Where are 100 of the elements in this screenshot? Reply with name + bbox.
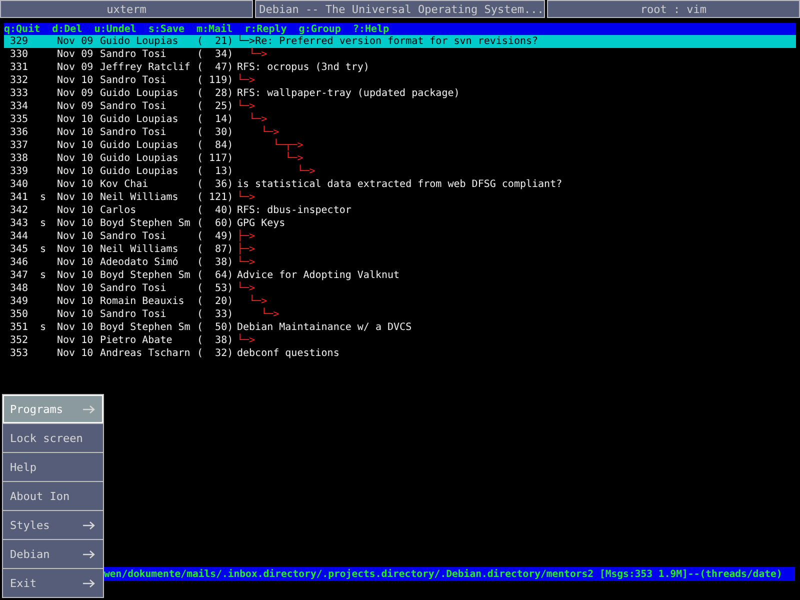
status-letter: s: [40, 218, 46, 229]
message-date: Nov 10: [57, 165, 94, 178]
thread-tree: └─>: [237, 283, 256, 294]
message-author: Guido Loupias: [100, 113, 180, 126]
key-hint: u:Undel: [94, 24, 136, 34]
message-row[interactable]: 348 Nov 10 Sandro Tosi ( 53) └─>: [4, 282, 796, 295]
message-size: ( 49): [197, 230, 234, 243]
message-date: Nov 10: [57, 321, 94, 334]
message-date: Nov 09: [57, 61, 94, 74]
thread-tree: └─>: [237, 192, 256, 203]
message-size: ( 40): [197, 204, 234, 217]
message-row[interactable]: 344 Nov 10 Sandro Tosi ( 49) ├─>: [4, 230, 796, 243]
message-author: Romain Beauxis: [100, 295, 186, 308]
message-date: Nov 10: [57, 347, 94, 360]
message-date: Nov 10: [57, 126, 94, 139]
message-date: Nov 10: [57, 217, 94, 230]
message-row[interactable]: 341 s Nov 10 Neil Williams ( 121) └─>: [4, 191, 796, 204]
message-date: Nov 09: [57, 35, 94, 48]
status-letter: s: [40, 244, 46, 255]
message-size: ( 50): [197, 321, 234, 334]
message-row[interactable]: 350 Nov 10 Sandro Tosi ( 33) └─>: [4, 308, 796, 321]
message-author: Guido Loupias: [100, 139, 180, 152]
message-date: Nov 10: [57, 191, 94, 204]
thread-tree: └─>: [237, 335, 256, 346]
message-row[interactable]: 333 Nov 09 Guido Loupias ( 28) RFS: wallpaper-tray (updated package): [4, 87, 796, 100]
message-subject: is statistical data extracted from web DFSG compliant?: [237, 179, 562, 190]
message-row[interactable]: 349 Nov 10 Romain Beauxis ( 20) └─>: [4, 295, 796, 308]
message-number: 346: [9, 256, 30, 269]
message-author: Sandro Tosi: [100, 48, 168, 61]
message-number: 338: [9, 152, 30, 165]
message-subject: GPG Keys: [237, 218, 286, 229]
message-author: Guido Loupias: [100, 35, 180, 48]
message-row[interactable]: 332 Nov 10 Sandro Tosi ( 119) └─>: [4, 74, 796, 87]
window-tab[interactable]: root : vim: [546, 0, 800, 18]
message-number: 345: [9, 243, 30, 256]
message-author: Neil Williams: [100, 191, 180, 204]
key-hint: r:Reply: [244, 24, 287, 34]
message-size: ( 87): [197, 243, 234, 256]
message-row[interactable]: 331 Nov 09 Jeffrey Ratclif ( 47) RFS: ocropus (3nd try): [4, 61, 796, 74]
menu-item[interactable]: Exit: [3, 569, 103, 597]
message-author: Guido Loupias: [100, 165, 180, 178]
message-row[interactable]: 353 Nov 10 Andreas Tscharn ( 32) debconf questions: [4, 347, 796, 360]
menu-item[interactable]: Styles: [3, 511, 103, 539]
message-row[interactable]: 346 Nov 10 Adeodato Simó ( 38) └─>: [4, 256, 796, 269]
status-text: wen/dokumente/mails/.inbox.directory/.projects.directory/.Debian.directory/mentors2 [Msgs:353 1.9M]--(threads/date): [104, 568, 782, 580]
window-tab[interactable]: uxterm: [0, 0, 254, 18]
message-number: 337: [9, 139, 30, 152]
message-author: Sandro Tosi: [100, 308, 168, 321]
message-date: Nov 10: [57, 256, 94, 269]
message-author: Guido Loupias: [100, 87, 180, 100]
menu-item[interactable]: Lock screen: [3, 424, 103, 452]
thread-tree: └─>: [237, 75, 256, 86]
window-tab[interactable]: Debian -- The Universal Operating System...: [255, 0, 545, 18]
message-number: 350: [9, 308, 30, 321]
message-size: ( 34): [197, 48, 234, 61]
message-size: ( 33): [197, 308, 234, 321]
message-row[interactable]: 338 Nov 10 Guido Loupias ( 117) └─>: [4, 152, 796, 165]
message-number: 351: [9, 321, 30, 334]
thread-tree: └─>: [260, 309, 280, 320]
message-size: ( 119): [197, 74, 234, 87]
message-row[interactable]: 335 Nov 10 Guido Loupias ( 14) └─>: [4, 113, 796, 126]
menu-item[interactable]: About Ion: [3, 482, 103, 510]
message-number: 341: [9, 191, 30, 204]
message-row[interactable]: 334 Nov 09 Sandro Tosi ( 25) └─>: [4, 100, 796, 113]
message-row[interactable]: 336 Nov 10 Sandro Tosi ( 30) └─>: [4, 126, 796, 139]
thread-tree: └─>: [296, 166, 316, 177]
message-subject: RFS: ocropus (3nd try): [237, 62, 370, 73]
message-number: 347: [9, 269, 30, 282]
message-author: Sandro Tosi: [100, 230, 168, 243]
message-number: 352: [9, 334, 30, 347]
message-date: Nov 10: [57, 334, 94, 347]
message-row[interactable]: 352 Nov 10 Pietro Abate ( 38) └─>: [4, 334, 796, 347]
thread-tree: ├─>: [237, 231, 256, 242]
message-row[interactable]: 339 Nov 10 Guido Loupias ( 13) └─>: [4, 165, 796, 178]
message-number: 331: [9, 61, 30, 74]
message-row[interactable]: 345 s Nov 10 Neil Williams ( 87) ├─>: [4, 243, 796, 256]
message-row[interactable]: 330 Nov 09 Sandro Tosi ( 34) └─>: [4, 48, 796, 61]
message-date: Nov 10: [57, 74, 94, 87]
message-subject: Debian Maintainance w/ a DVCS: [237, 322, 412, 333]
message-row[interactable]: 347 s Nov 10 Boyd Stephen Sm ( 64) Advice for Adopting Valknut: [4, 269, 796, 282]
menu-item[interactable]: Help: [3, 453, 103, 481]
thread-tree: └─>: [248, 114, 268, 125]
message-row[interactable]: 340 Nov 10 Kov Chai ( 36) is statistical data extracted from web DFSG compliant?: [4, 178, 796, 191]
message-row[interactable]: 351 s Nov 10 Boyd Stephen Sm ( 50) Debian Maintainance w/ a DVCS: [4, 321, 796, 334]
message-number: 329: [9, 35, 30, 48]
selected-message-row[interactable]: 329 Nov 09 Guido Loupias ( 21) └─>Re: Preferred version format for svn revisions?: [4, 35, 796, 48]
message-size: ( 20): [197, 295, 234, 308]
message-row[interactable]: 342 Nov 10 Carlos ( 40) RFS: dbus-inspector: [4, 204, 796, 217]
message-row[interactable]: 337 Nov 10 Guido Loupias ( 84) └─┬─>: [4, 139, 796, 152]
message-date: Nov 10: [57, 139, 94, 152]
status-letter: s: [40, 192, 46, 203]
key-hint: ?:Help: [352, 24, 390, 34]
message-date: Nov 10: [57, 230, 94, 243]
thread-tree: └─>: [248, 296, 268, 307]
key-hint: g:Group: [298, 24, 341, 34]
message-author: Neil Williams: [100, 243, 180, 256]
menu-item[interactable]: Debian: [3, 540, 103, 568]
message-subject: RFS: dbus-inspector: [237, 205, 352, 216]
message-row[interactable]: 343 s Nov 10 Boyd Stephen Sm ( 60) GPG Keys: [4, 217, 796, 230]
message-size: ( 60): [197, 217, 234, 230]
